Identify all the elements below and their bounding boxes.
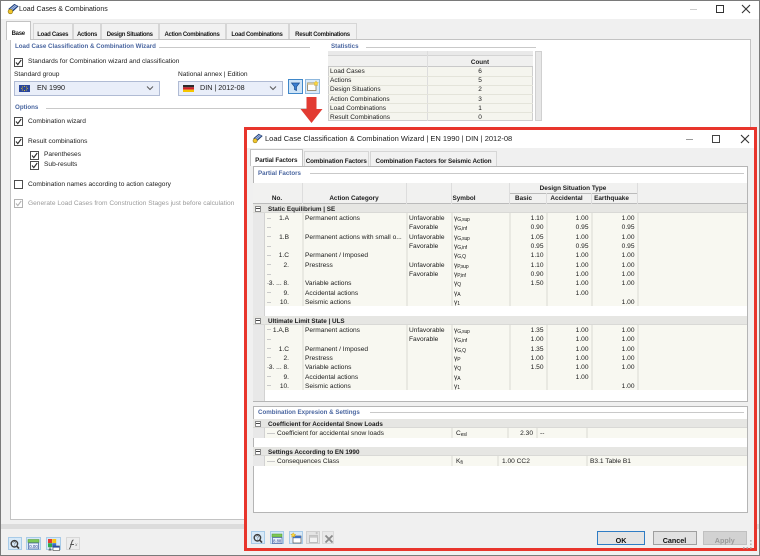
svg-text:8.88: 8.88 bbox=[273, 538, 282, 543]
svg-text:x: x bbox=[74, 542, 78, 548]
svg-text:0.00: 0.00 bbox=[29, 543, 38, 548]
svg-text:?: ? bbox=[13, 541, 16, 547]
svg-text:?: ? bbox=[256, 535, 259, 541]
